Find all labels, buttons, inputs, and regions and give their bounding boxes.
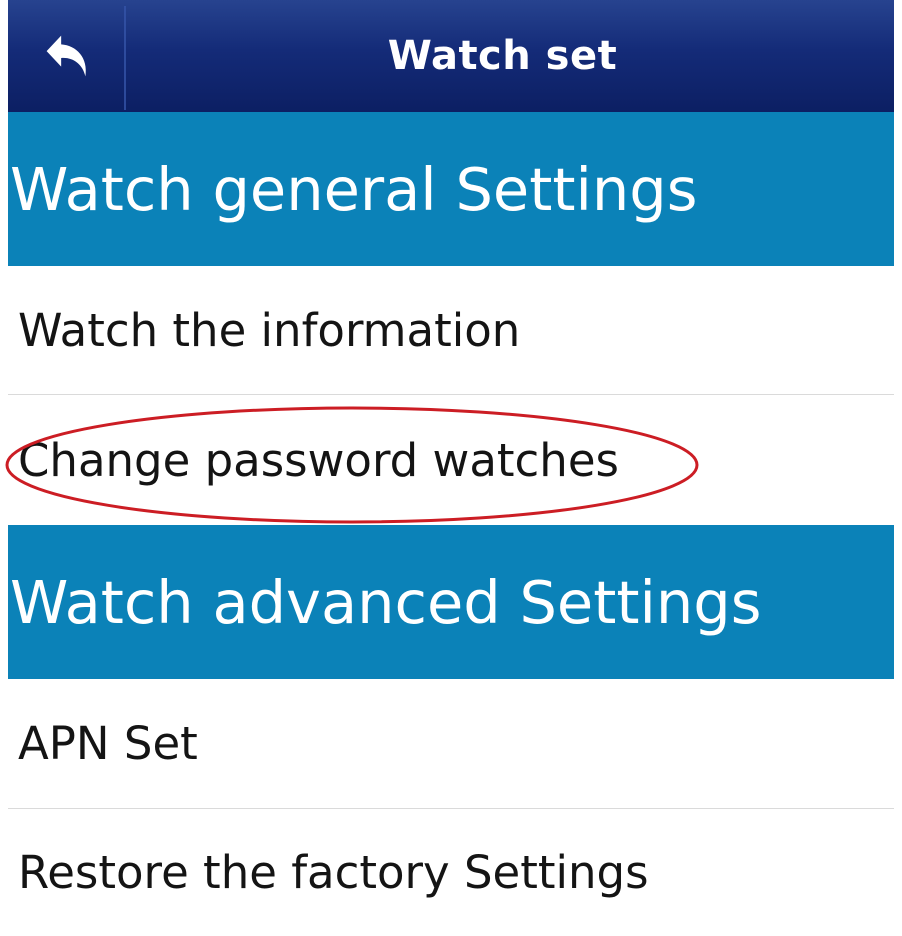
list-item-watch-information[interactable]: Watch the information <box>8 266 894 394</box>
watch-settings-screen: Watch set Watch general Settings Watch t… <box>8 0 894 936</box>
list-item-restore-factory-settings[interactable]: Restore the factory Settings <box>8 809 894 936</box>
section-header-advanced-settings: Watch advanced Settings <box>8 525 894 679</box>
page-title: Watch set <box>387 33 618 79</box>
list-item-apn-set[interactable]: APN Set <box>8 679 894 808</box>
app-header: Watch set <box>8 0 894 112</box>
list-item-change-password[interactable]: Change password watches <box>8 395 894 525</box>
section-header-general-settings: Watch general Settings <box>8 112 894 266</box>
back-button[interactable] <box>8 0 124 112</box>
back-arrow-icon <box>46 35 86 77</box>
